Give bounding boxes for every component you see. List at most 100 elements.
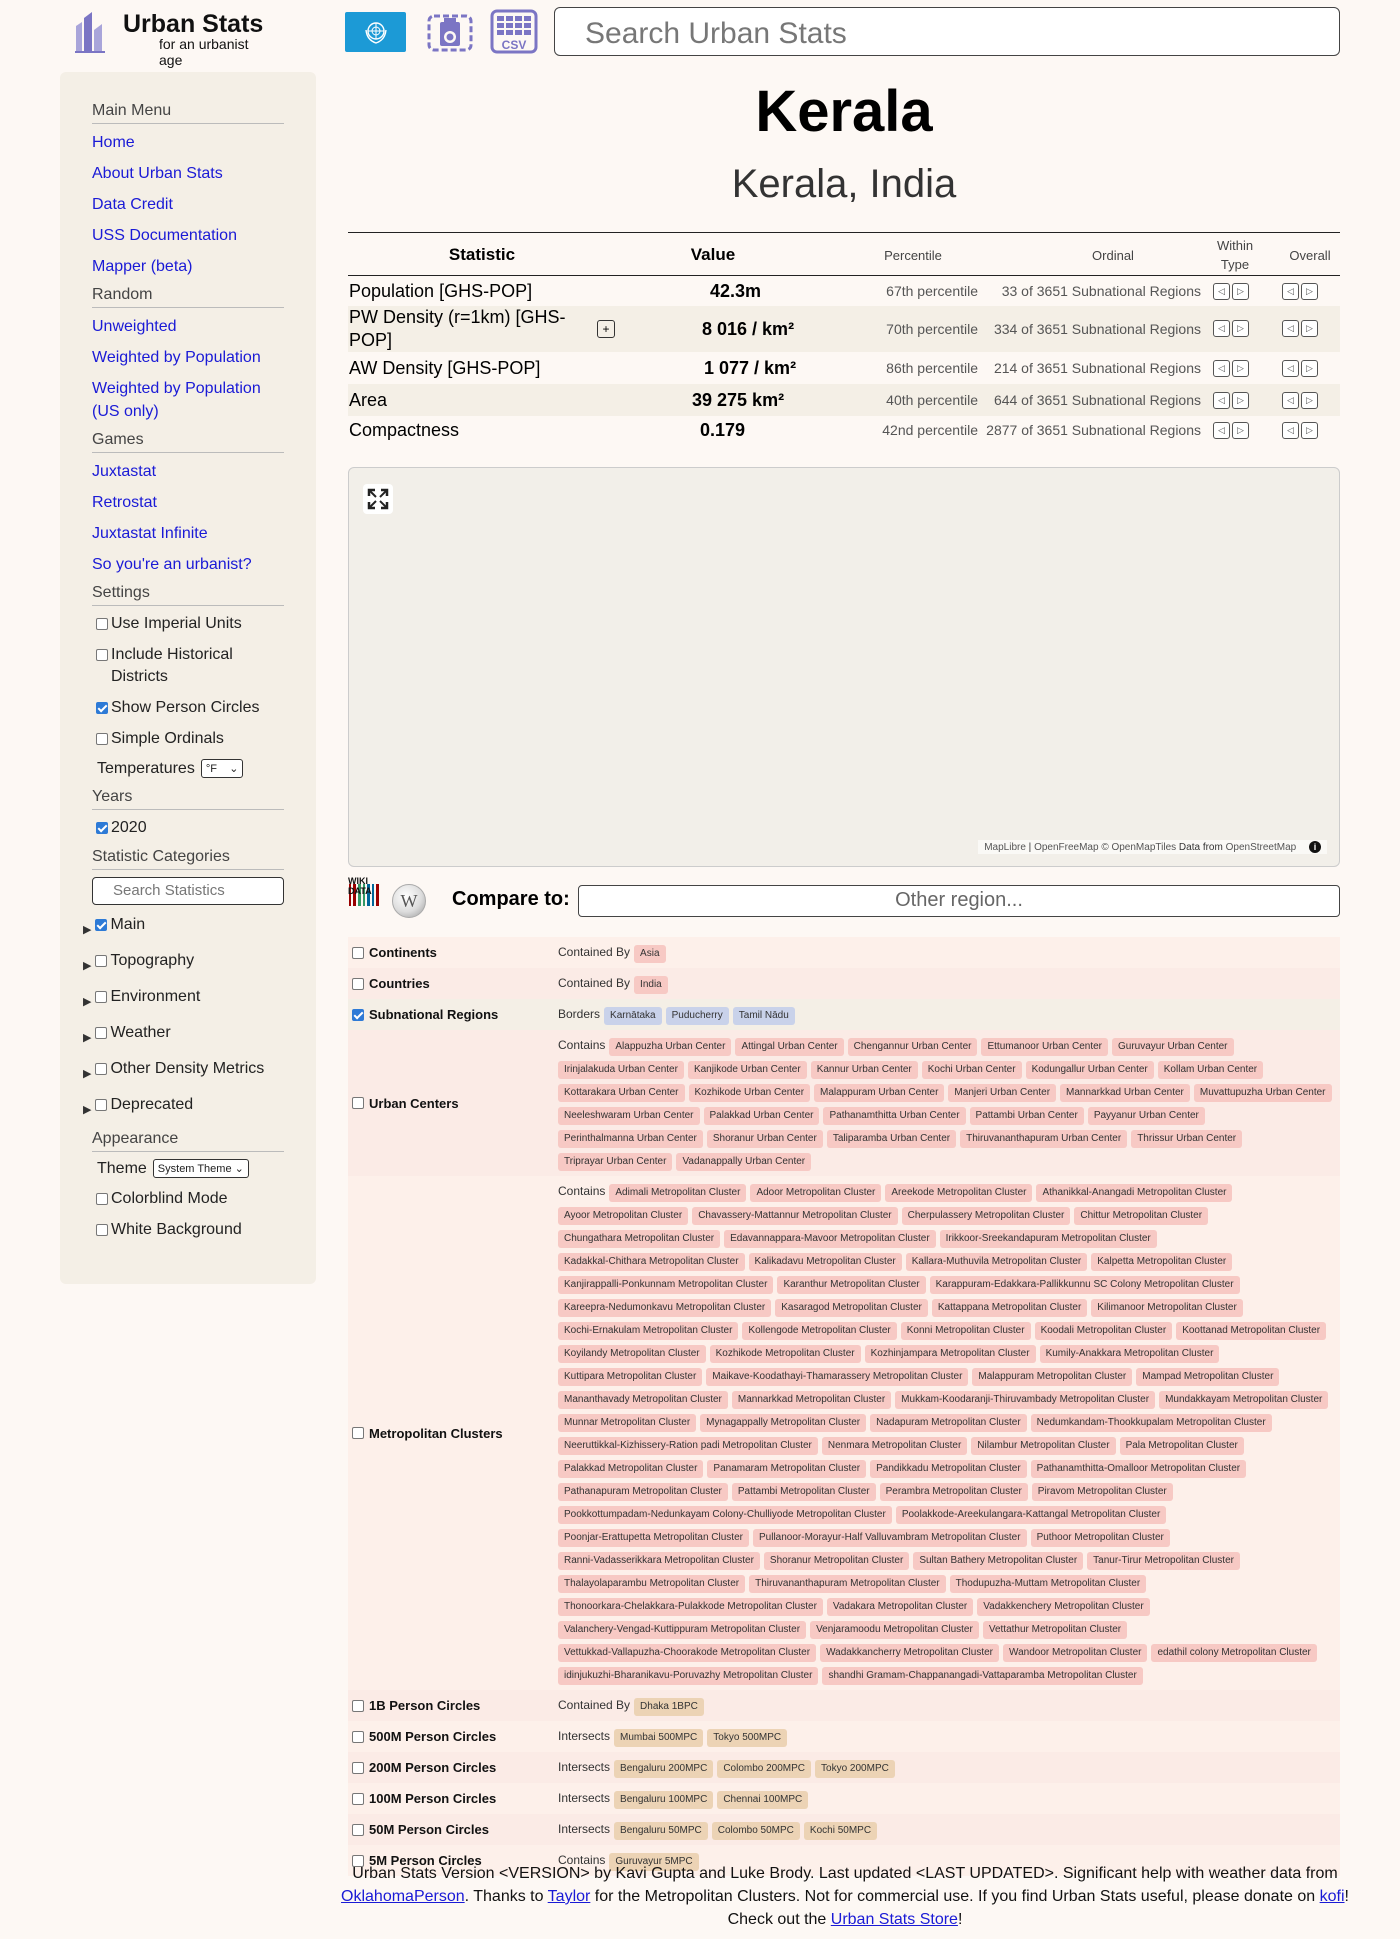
region-tag[interactable]: Edavannappara-Mavoor Metropolitan Cluste…	[724, 1230, 936, 1248]
prev-arrow-icon[interactable]: ◁	[1213, 422, 1230, 439]
prev-arrow-icon[interactable]: ◁	[1282, 283, 1299, 300]
region-tag[interactable]: Shoranur Metropolitan Cluster	[763, 1552, 910, 1570]
region-tag[interactable]: Kuttipara Metropolitan Cluster	[558, 1368, 703, 1386]
temperatures-select[interactable]: °F ⌄	[200, 759, 244, 778]
region-tag[interactable]: Karanthur Metropolitan Cluster	[777, 1276, 926, 1294]
un-flag-icon[interactable]	[345, 12, 406, 52]
setting-simple-ordinals[interactable]: Simple Ordinals	[92, 728, 284, 750]
region-tag[interactable]: Irikkoor-Sreekandapuram Metropolitan Clu…	[939, 1230, 1157, 1248]
region-tag[interactable]: Bengaluru 200MPC	[614, 1760, 714, 1778]
region-tag[interactable]: Kalikadavu Metropolitan Cluster	[748, 1253, 902, 1271]
region-tag[interactable]: Kareepra-Nedumonkavu Metropolitan Cluste…	[558, 1299, 772, 1317]
region-tag[interactable]: Bengaluru 100MPC	[614, 1791, 714, 1809]
region-tag[interactable]: Kanjikode Urban Center	[687, 1061, 807, 1079]
region-tag[interactable]: Tamil Nādu	[732, 1007, 795, 1025]
region-tag[interactable]: Adoor Metropolitan Cluster	[750, 1184, 882, 1202]
prev-arrow-icon[interactable]: ◁	[1213, 392, 1230, 409]
region-tag[interactable]: Koottanad Metropolitan Cluster	[1176, 1322, 1327, 1340]
expand-triangle-icon[interactable]: ▶	[83, 991, 91, 1013]
next-arrow-icon[interactable]: ▷	[1301, 392, 1318, 409]
region-tag[interactable]: Sultan Bathery Metropolitan Cluster	[913, 1552, 1084, 1570]
region-tag[interactable]: Perinthalmanna Urban Center	[558, 1130, 703, 1148]
region-tag[interactable]: Mynagappally Metropolitan Cluster	[700, 1414, 867, 1432]
region-tag[interactable]: Asia	[634, 945, 666, 963]
region-tag[interactable]: Valanchery-Vengad-Kuttippuram Metropolit…	[558, 1621, 807, 1639]
region-tag[interactable]: Wandoor Metropolitan Cluster	[1003, 1644, 1148, 1662]
region-tag[interactable]: Ranni-Vadasserikkara Metropolitan Cluste…	[558, 1552, 760, 1570]
openfreemap-link[interactable]: OpenFreeMap	[1034, 842, 1098, 853]
region-tag[interactable]: Pathanapuram Metropolitan Cluster	[558, 1483, 728, 1501]
category-main-checkbox[interactable]	[95, 919, 108, 931]
region-tag[interactable]: Puthoor Metropolitan Cluster	[1030, 1529, 1170, 1547]
sidebar-link-retrostat[interactable]: Retrostat	[92, 491, 287, 514]
region-tag[interactable]: Pathanamthitta-Omalloor Metropolitan Clu…	[1030, 1460, 1247, 1478]
region-tag[interactable]: Manjeri Urban Center	[948, 1084, 1057, 1102]
region-tag[interactable]: Thiruvananthapuram Metropolitan Cluster	[749, 1575, 946, 1593]
region-tag[interactable]: Kozhikode Metropolitan Cluster	[709, 1345, 861, 1363]
region-tag[interactable]: Pala Metropolitan Cluster	[1119, 1437, 1244, 1455]
stat-name[interactable]: Compactness	[349, 416, 579, 444]
region-tag[interactable]: Mumbai 500MPC	[614, 1729, 704, 1747]
sidebar-link-data-credit[interactable]: Data Credit	[92, 193, 287, 216]
region-tag[interactable]: Koodali Metropolitan Cluster	[1034, 1322, 1173, 1340]
region-tag[interactable]: Chennai 100MPC	[717, 1791, 809, 1809]
expand-triangle-icon[interactable]: ▶	[83, 955, 91, 977]
region-tag[interactable]: Attingal Urban Center	[735, 1038, 844, 1056]
related-type-checkbox[interactable]	[352, 946, 364, 959]
search-statistics-input[interactable]: Search Statistics	[92, 877, 284, 905]
region-tag[interactable]: Kattappana Metropolitan Cluster	[931, 1299, 1088, 1317]
sidebar-link-home[interactable]: Home	[92, 131, 287, 154]
map-panel[interactable]: MapLibre | OpenFreeMap © OpenMapTiles Da…	[348, 467, 1340, 867]
compare-region-input[interactable]: Other region...	[578, 885, 1340, 917]
stat-name[interactable]: Population [GHS-POP]	[349, 276, 579, 306]
region-tag[interactable]: Perambra Metropolitan Cluster	[879, 1483, 1028, 1501]
region-tag[interactable]: Kannur Urban Center	[810, 1061, 918, 1079]
related-type-checkbox[interactable]	[352, 977, 364, 990]
category-main[interactable]: ▶ Main	[83, 914, 284, 941]
logo[interactable]: Urban Stats for an urbanist age	[75, 10, 275, 68]
region-tag[interactable]: Tokyo 500MPC	[707, 1729, 788, 1747]
region-tag[interactable]: Mananthavady Metropolitan Cluster	[558, 1391, 728, 1409]
category-weather-checkbox[interactable]	[95, 1027, 108, 1039]
prev-arrow-icon[interactable]: ◁	[1282, 422, 1299, 439]
screenshot-camera-icon[interactable]	[426, 8, 474, 54]
info-icon[interactable]: i	[1309, 841, 1321, 853]
region-tag[interactable]: Palakkad Urban Center	[703, 1107, 820, 1125]
region-tag[interactable]: Vadakkenchery Metropolitan Cluster	[977, 1598, 1150, 1616]
region-tag[interactable]: Thrissur Urban Center	[1131, 1130, 1243, 1148]
region-tag[interactable]: Ettumanoor Urban Center	[981, 1038, 1108, 1056]
region-tag[interactable]: Kollam Urban Center	[1157, 1061, 1264, 1079]
sidebar-link-weighted-pop[interactable]: Weighted by Population	[92, 346, 287, 369]
region-tag[interactable]: Chittur Metropolitan Cluster	[1074, 1207, 1209, 1225]
next-arrow-icon[interactable]: ▷	[1232, 283, 1249, 300]
prev-arrow-icon[interactable]: ◁	[1213, 360, 1230, 377]
next-arrow-icon[interactable]: ▷	[1301, 320, 1318, 337]
region-tag[interactable]: Colombo 200MPC	[717, 1760, 812, 1778]
region-tag[interactable]: Nenmara Metropolitan Cluster	[821, 1437, 968, 1455]
taylor-link[interactable]: Taylor	[548, 1888, 591, 1905]
setting-historical-districts[interactable]: Include Historical Districts	[92, 644, 284, 688]
region-tag[interactable]: Kozhikode Urban Center	[688, 1084, 811, 1102]
region-tag[interactable]: Areekode Metropolitan Cluster	[885, 1184, 1033, 1202]
region-tag[interactable]: Panamaram Metropolitan Cluster	[707, 1460, 867, 1478]
store-link[interactable]: Urban Stats Store	[831, 1911, 958, 1928]
prev-arrow-icon[interactable]: ◁	[1213, 283, 1230, 300]
region-tag[interactable]: Koyilandy Metropolitan Cluster	[558, 1345, 706, 1363]
region-tag[interactable]: Wadakkancherry Metropolitan Cluster	[820, 1644, 999, 1662]
next-arrow-icon[interactable]: ▷	[1232, 360, 1249, 377]
setting-imperial-units[interactable]: Use Imperial Units	[92, 613, 284, 635]
region-tag[interactable]: Kollengode Metropolitan Cluster	[742, 1322, 897, 1340]
historical-districts-checkbox[interactable]	[96, 649, 108, 661]
region-tag[interactable]: Chavassery-Mattannur Metropolitan Cluste…	[692, 1207, 898, 1225]
region-tag[interactable]: Tokyo 200MPC	[815, 1760, 895, 1778]
category-environment[interactable]: ▶ Environment	[83, 986, 284, 1013]
theme-select[interactable]: System Theme ⌄	[152, 1159, 249, 1178]
region-tag[interactable]: Kanjirappalli-Ponkunnam Metropolitan Clu…	[558, 1276, 774, 1294]
region-tag[interactable]: Pullanoor-Morayur-Half Valluvambram Metr…	[752, 1529, 1027, 1547]
category-deprecated[interactable]: ▶ Deprecated	[83, 1094, 284, 1121]
category-weather[interactable]: ▶ Weather	[83, 1022, 284, 1049]
category-other-density-checkbox[interactable]	[95, 1063, 108, 1075]
region-tag[interactable]: Konni Metropolitan Cluster	[900, 1322, 1031, 1340]
expand-triangle-icon[interactable]: ▶	[83, 1063, 91, 1085]
related-type-checkbox[interactable]	[352, 1097, 364, 1109]
